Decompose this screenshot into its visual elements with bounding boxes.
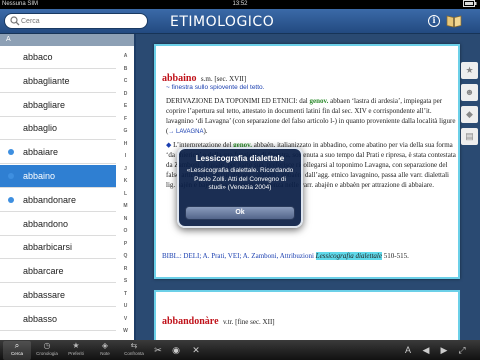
index-letter[interactable]: N	[117, 213, 134, 226]
entry-headword: abbaino	[162, 73, 197, 84]
text-size-icon[interactable]: A	[402, 344, 414, 356]
index-letter[interactable]: G	[117, 125, 134, 138]
info-button[interactable]: i	[428, 15, 440, 27]
list-item-label: abbasso	[23, 313, 58, 324]
favorite-star-icon[interactable]: ★	[461, 62, 478, 79]
entry-headword-next: abbandonàre	[162, 316, 219, 327]
index-letter[interactable]: D	[117, 88, 134, 101]
bookmark-dot-icon	[8, 149, 14, 156]
word-list: A abbaco abbagliante abbagliare abbaglio abb…	[0, 34, 134, 340]
index-letter[interactable]: P	[117, 238, 134, 251]
index-letter[interactable]: Q	[117, 250, 134, 263]
index-letter[interactable]: O	[117, 225, 134, 238]
list-item-label: abbandono	[23, 218, 69, 229]
index-letter[interactable]: M	[117, 200, 134, 213]
bibliography-paragraph: BIBL.: DELI; A. Prati, VEI; A. Zamboni, …	[162, 252, 409, 260]
list-item[interactable]: abbaco	[0, 46, 116, 69]
list-item-label: abbandonare	[23, 194, 77, 205]
index-letter[interactable]: B	[117, 63, 134, 76]
tools-icon[interactable]: ✂	[152, 344, 164, 356]
list-item[interactable]: abbarcare	[0, 260, 116, 284]
search-icon	[10, 16, 20, 26]
index-letter[interactable]: W	[117, 325, 134, 338]
list-item[interactable]: abbaino	[0, 165, 116, 188]
list-item-label: abbagliante	[23, 75, 70, 86]
index-letter[interactable]: C	[117, 75, 134, 88]
tag-icon: ◈	[101, 341, 109, 350]
record-icon[interactable]: ◉	[170, 344, 182, 356]
bookmark-dot-icon	[8, 196, 14, 203]
list-item[interactable]: abbandonare	[0, 189, 116, 212]
index-letter[interactable]: S	[117, 275, 134, 288]
clock: 13:52	[232, 1, 248, 7]
clock-icon: ◷	[43, 341, 51, 350]
star-icon: ★	[72, 341, 80, 350]
search-icon: ⌕	[14, 341, 20, 350]
list-item-label: abbassare	[23, 290, 66, 300]
index-letter[interactable]: J	[117, 163, 134, 176]
index-letter[interactable]: L	[117, 188, 134, 201]
index-letter[interactable]: V	[117, 313, 134, 326]
top-toolbar: ETIMOLOGICO i	[0, 9, 480, 34]
list-item-label: abbarcare	[23, 266, 64, 277]
list-item-label: abbarbicarsi	[23, 242, 73, 253]
list-item[interactable]: abbagliare	[0, 94, 116, 117]
index-letter[interactable]: U	[117, 300, 134, 313]
person-icon[interactable]: ☻	[461, 84, 478, 101]
expand-icon[interactable]: ⤢	[456, 344, 468, 356]
bookmark-dot-icon	[8, 173, 14, 179]
app-title: ETIMOLOGICO	[170, 14, 275, 30]
etymology-paragraph: DERIVAZIONE DA TOPONIMI ED ETNICI: dal g…	[166, 97, 456, 135]
list-item[interactable]: abbaiare	[0, 141, 116, 165]
list-item-label: abbagliare	[23, 99, 66, 110]
alert-dialog: Lessicografia dialettale «Lessicografia …	[177, 147, 303, 228]
tab-bar: ⌕ Cerca ◷ Cronologia ★ Preferiti ◈ Note …	[0, 340, 480, 360]
book-icon[interactable]	[446, 14, 462, 28]
alphabet-index[interactable]: ABCDEFGHIJKLMNOPQRSTUVWXYZ	[117, 50, 134, 340]
forward-icon[interactable]: ▶	[438, 344, 450, 356]
list-item-label: abbaglio	[23, 123, 58, 134]
index-letter[interactable]: I	[117, 150, 134, 163]
index-letter[interactable]: E	[117, 100, 134, 113]
section-header: A	[0, 34, 134, 46]
search-input[interactable]	[21, 15, 141, 28]
list-item[interactable]: abbandono	[0, 213, 116, 236]
list-item-label: abbaco	[23, 52, 53, 62]
diamond-icon: ◆	[166, 141, 172, 149]
shuffle-icon[interactable]: ✕	[190, 344, 202, 356]
list-item-label: abbaino	[23, 171, 56, 181]
index-letter[interactable]: H	[117, 138, 134, 151]
alert-ok-button[interactable]: Ok	[185, 206, 295, 220]
back-icon[interactable]: ◀	[420, 344, 432, 356]
list-item[interactable]: abbassare	[0, 284, 116, 307]
alert-title: Lessicografia dialettale	[195, 154, 285, 163]
entry-grammar: s.m. [sec. XVII]	[200, 75, 247, 83]
side-toolbar: ★ ☻ ◆ ▤	[461, 62, 480, 150]
bibliography-link[interactable]: Lessicografia dialettale	[315, 252, 382, 260]
status-bar: Nessuna SIM 13:52	[0, 0, 480, 9]
search-field[interactable]	[4, 13, 148, 29]
index-letter[interactable]: A	[117, 50, 134, 63]
compare-icon: ⇆	[130, 341, 138, 350]
index-letter[interactable]: F	[117, 113, 134, 126]
list-item[interactable]: abbasso	[0, 308, 116, 331]
cross-reference-link[interactable]: → LAVAGNA	[168, 129, 203, 135]
tab-preferiti[interactable]: ★ Preferiti	[62, 341, 90, 360]
index-letter[interactable]: K	[117, 175, 134, 188]
tab-cronologia[interactable]: ◷ Cronologia	[33, 341, 61, 360]
list-item[interactable]: abbaglio	[0, 117, 116, 141]
index-letter[interactable]: R	[117, 263, 134, 276]
tag-icon[interactable]: ◆	[461, 106, 478, 123]
entry-grammar-next: v.tr. [fine sec. XII]	[222, 318, 275, 326]
note-icon[interactable]: ▤	[461, 128, 478, 145]
entry-definition: ~ finestra sullo spiovente del tetto.	[166, 84, 265, 91]
index-letter[interactable]: T	[117, 288, 134, 301]
tab-confronta[interactable]: ⇆ Confronta	[120, 341, 148, 360]
tab-note[interactable]: ◈ Note	[91, 341, 119, 360]
list-item[interactable]: abbarbicarsi	[0, 236, 116, 260]
tab-cerca[interactable]: ⌕ Cerca	[3, 341, 31, 360]
alert-message: «Lessicografia dialettale. Ricordando Pa…	[186, 167, 294, 191]
list-item[interactable]: abbagliante	[0, 70, 116, 93]
list-item-label: abbaiare	[23, 147, 59, 158]
